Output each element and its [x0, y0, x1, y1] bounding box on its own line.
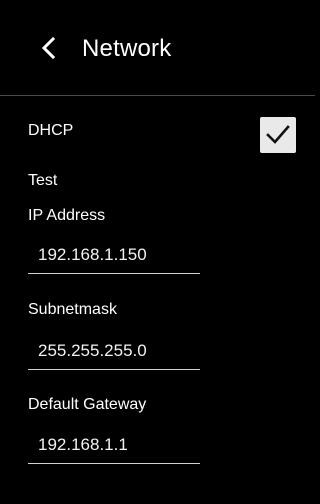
ip-address-label: IP Address [28, 207, 106, 224]
subnet-mask-input[interactable]: 255.255.255.0 [28, 336, 200, 370]
default-gateway-label: Default Gateway [28, 396, 147, 413]
test-label: Test [28, 172, 58, 189]
back-button[interactable] [38, 33, 62, 63]
ip-address-input[interactable]: 192.168.1.150 [28, 240, 200, 274]
default-gateway-input[interactable]: 192.168.1.1 [28, 430, 200, 464]
checkmark-icon [266, 125, 290, 144]
header: Network [0, 0, 315, 96]
ip-address-value: 192.168.1.150 [38, 245, 147, 264]
subnet-mask-label: Subnetmask [28, 301, 117, 318]
dhcp-checkbox[interactable] [260, 117, 296, 153]
chevron-left-icon [41, 36, 56, 60]
dhcp-label: DHCP [28, 122, 74, 139]
default-gateway-value: 192.168.1.1 [38, 435, 128, 454]
subnet-mask-value: 255.255.255.0 [38, 341, 147, 360]
page-title: Network [82, 35, 172, 62]
